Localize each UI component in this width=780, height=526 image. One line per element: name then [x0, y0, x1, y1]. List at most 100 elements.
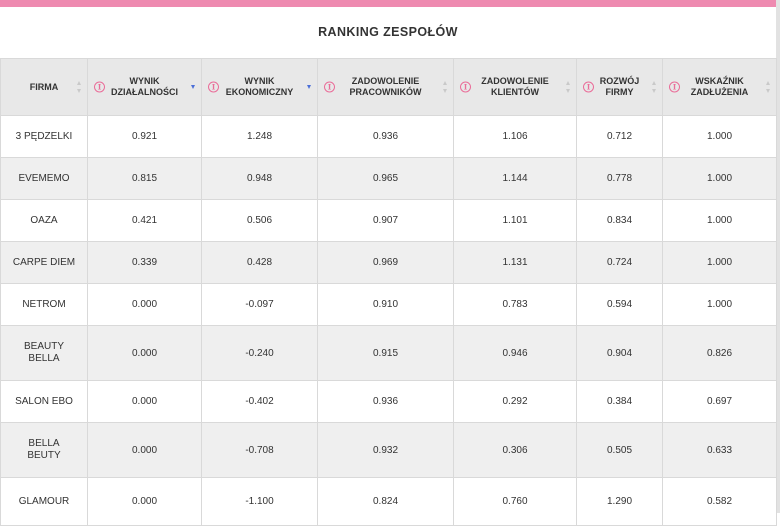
sort-icon[interactable] [766, 81, 771, 93]
column-header-label: WYNIK EKONOMICZNY [225, 76, 294, 97]
cell-firma: GLAMOUR [0, 477, 88, 526]
cell-firma: NETROM [0, 283, 88, 326]
info-icon[interactable]: i [460, 81, 471, 93]
cell-zadowolenie-klientow: 1.131 [453, 241, 577, 284]
cell-firma: OAZA [0, 199, 88, 242]
cell-zadowolenie-klientow: 0.760 [453, 477, 577, 526]
column-header-label: ROZWÓJ FIRMY [599, 76, 640, 97]
info-icon[interactable]: i [324, 81, 335, 93]
cell-wskaznik-zadluzenia: 0.633 [662, 422, 777, 478]
cell-wynik-dzialalnosci: 0.000 [87, 325, 202, 381]
cell-rozwoj-firmy: 0.594 [576, 283, 663, 326]
cell-wskaznik-zadluzenia: 1.000 [662, 157, 777, 200]
cell-wynik-dzialalnosci: 0.339 [87, 241, 202, 284]
cell-wynik-ekonomiczny: 0.506 [201, 199, 318, 242]
cell-wynik-dzialalnosci: 0.815 [87, 157, 202, 200]
cell-firma: CARPE DIEM [0, 241, 88, 284]
cell-rozwoj-firmy: 0.712 [576, 115, 663, 158]
ranking-table: FIRMA i WYNIK DZIAŁALNOŚCI i WYNIK EKONOMI… [0, 58, 777, 526]
cell-zadowolenie-klientow: 0.306 [453, 422, 577, 478]
cell-wynik-dzialalnosci: 0.000 [87, 422, 202, 478]
cell-wskaznik-zadluzenia: 0.826 [662, 325, 777, 381]
sort-icon[interactable] [566, 81, 571, 93]
cell-firma: 3 PĘDZELKI [0, 115, 88, 158]
column-header-label: WYNIK DZIAŁALNOŚCI [111, 76, 178, 97]
table-row: BEAUTY BELLA 0.000 -0.240 0.915 0.946 0.9… [0, 325, 777, 381]
cell-zadowolenie-klientow: 0.783 [453, 283, 577, 326]
table-row: SALON EBO 0.000 -0.402 0.936 0.292 0.384… [0, 380, 777, 423]
column-header-zadowolenie-klientow[interactable]: i ZADOWOLENIE KLIENTÓW [453, 58, 577, 116]
table-row: NETROM 0.000 -0.097 0.910 0.783 0.594 1.… [0, 283, 777, 326]
cell-wynik-ekonomiczny: 1.248 [201, 115, 318, 158]
column-header-label: FIRMA [29, 81, 59, 92]
table-row: OAZA 0.421 0.506 0.907 1.101 0.834 1.000 [0, 199, 777, 242]
sort-desc-icon[interactable] [191, 81, 196, 93]
cell-wskaznik-zadluzenia: 1.000 [662, 115, 777, 158]
cell-wynik-ekonomiczny: -0.708 [201, 422, 318, 478]
table-row: BELLA BEUTY 0.000 -0.708 0.932 0.306 0.50… [0, 422, 777, 478]
cell-rozwoj-firmy: 0.384 [576, 380, 663, 423]
sort-icon[interactable] [77, 81, 82, 93]
cell-zadowolenie-klientow: 0.292 [453, 380, 577, 423]
cell-zadowolenie-klientow: 0.946 [453, 325, 577, 381]
cell-rozwoj-firmy: 1.290 [576, 477, 663, 526]
cell-firma: SALON EBO [0, 380, 88, 423]
cell-wynik-dzialalnosci: 0.421 [87, 199, 202, 242]
table-header-row: FIRMA i WYNIK DZIAŁALNOŚCI i WYNIK EKONOMI… [0, 58, 777, 116]
cell-rozwoj-firmy: 0.904 [576, 325, 663, 381]
table-row: GLAMOUR 0.000 -1.100 0.824 0.760 1.290 0… [0, 477, 777, 526]
cell-zadowolenie-pracownikow: 0.965 [317, 157, 454, 200]
column-header-wskaznik-zadluzenia[interactable]: i WSKAŹNIK ZADŁUŻENIA [662, 58, 777, 116]
cell-zadowolenie-pracownikow: 0.915 [317, 325, 454, 381]
cell-firma: EVEMEMO [0, 157, 88, 200]
sort-icon[interactable] [443, 81, 448, 93]
cell-firma: BEAUTY BELLA [0, 325, 88, 381]
cell-wynik-dzialalnosci: 0.921 [87, 115, 202, 158]
cell-wynik-ekonomiczny: -0.097 [201, 283, 318, 326]
cell-wynik-ekonomiczny: -1.100 [201, 477, 318, 526]
column-header-label: ZADOWOLENIE KLIENTÓW [481, 76, 549, 97]
cell-wynik-ekonomiczny: 0.948 [201, 157, 318, 200]
cell-zadowolenie-klientow: 1.101 [453, 199, 577, 242]
column-header-wynik-ekonomiczny[interactable]: i WYNIK EKONOMICZNY [201, 58, 318, 116]
column-header-firma[interactable]: FIRMA [0, 58, 88, 116]
cell-wskaznik-zadluzenia: 1.000 [662, 241, 777, 284]
cell-wynik-dzialalnosci: 0.000 [87, 380, 202, 423]
table-row: CARPE DIEM 0.339 0.428 0.969 1.131 0.724… [0, 241, 777, 284]
info-icon[interactable]: i [583, 81, 594, 93]
cell-wskaznik-zadluzenia: 0.582 [662, 477, 777, 526]
cell-rozwoj-firmy: 0.505 [576, 422, 663, 478]
cell-wynik-ekonomiczny: -0.240 [201, 325, 318, 381]
cell-wskaznik-zadluzenia: 1.000 [662, 283, 777, 326]
cell-zadowolenie-klientow: 1.144 [453, 157, 577, 200]
cell-zadowolenie-klientow: 1.106 [453, 115, 577, 158]
cell-zadowolenie-pracownikow: 0.932 [317, 422, 454, 478]
cell-wynik-ekonomiczny: 0.428 [201, 241, 318, 284]
column-header-zadowolenie-pracownikow[interactable]: i ZADOWOLENIE PRACOWNIKÓW [317, 58, 454, 116]
cell-zadowolenie-pracownikow: 0.824 [317, 477, 454, 526]
cell-wskaznik-zadluzenia: 0.697 [662, 380, 777, 423]
cell-zadowolenie-pracownikow: 0.969 [317, 241, 454, 284]
cell-zadowolenie-pracownikow: 0.936 [317, 380, 454, 423]
page-title: RANKING ZESPOŁÓW [318, 25, 458, 39]
cell-wskaznik-zadluzenia: 1.000 [662, 199, 777, 242]
cell-rozwoj-firmy: 0.724 [576, 241, 663, 284]
cell-wynik-dzialalnosci: 0.000 [87, 477, 202, 526]
table-row: EVEMEMO 0.815 0.948 0.965 1.144 0.778 1.… [0, 157, 777, 200]
cell-zadowolenie-pracownikow: 0.907 [317, 199, 454, 242]
column-header-rozwoj-firmy[interactable]: i ROZWÓJ FIRMY [576, 58, 663, 116]
sort-icon[interactable] [652, 81, 657, 93]
info-icon[interactable]: i [208, 81, 219, 93]
info-icon[interactable]: i [669, 81, 680, 93]
table-row: 3 PĘDZELKI 0.921 1.248 0.936 1.106 0.712… [0, 115, 777, 158]
cell-wynik-ekonomiczny: -0.402 [201, 380, 318, 423]
cell-firma: BELLA BEUTY [0, 422, 88, 478]
info-icon[interactable]: i [94, 81, 105, 93]
sort-desc-icon[interactable] [307, 81, 312, 93]
top-accent-bar [0, 0, 776, 7]
column-header-wynik-dzialalnosci[interactable]: i WYNIK DZIAŁALNOŚCI [87, 58, 202, 116]
cell-rozwoj-firmy: 0.834 [576, 199, 663, 242]
cell-zadowolenie-pracownikow: 0.910 [317, 283, 454, 326]
column-header-label: ZADOWOLENIE PRACOWNIKÓW [349, 76, 422, 97]
cell-wynik-dzialalnosci: 0.000 [87, 283, 202, 326]
